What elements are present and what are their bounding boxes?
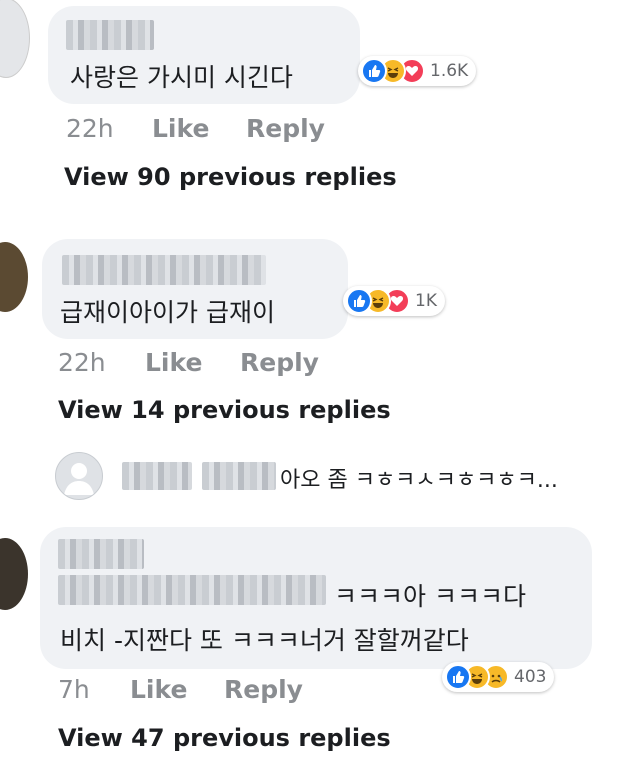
- comment-3-reply-link[interactable]: Reply: [224, 675, 303, 704]
- comment-1-reply-link[interactable]: Reply: [246, 114, 325, 143]
- reply-author-redacted[interactable]: [122, 462, 192, 490]
- avatar-placeholder-icon: [64, 463, 94, 495]
- comment-1-like-link[interactable]: Like: [152, 114, 209, 143]
- like-icon: [445, 664, 471, 690]
- comment-1-text: 사랑은 가시미 시긴다: [70, 63, 293, 92]
- comment-1-bubble: 사랑은 가시미 시긴다: [48, 6, 360, 104]
- comment-2-reactions[interactable]: 1K: [343, 286, 445, 316]
- comment-2-bubble: 급재이아이가 급재이: [42, 239, 348, 339]
- reply-mention-redacted[interactable]: [202, 462, 276, 490]
- comment-3-bubble: ㅋㅋㅋ아 ㅋㅋㅋ다 비치 -지짠다 또 ㅋㅋㅋ너거 잘할꺼같다: [40, 527, 592, 669]
- comment-1-author-redacted[interactable]: [66, 20, 154, 50]
- comment-2-avatar[interactable]: [0, 242, 28, 312]
- comment-1-reactions[interactable]: 1.6K: [358, 56, 477, 86]
- like-icon: [361, 58, 387, 84]
- comment-3-mention-redacted[interactable]: [58, 575, 326, 605]
- comment-1-time[interactable]: 22h: [66, 114, 114, 143]
- comment-2-author-redacted[interactable]: [62, 255, 266, 285]
- comment-1-view-replies[interactable]: View 90 previous replies: [64, 163, 397, 191]
- comment-3-author-redacted[interactable]: [58, 539, 144, 569]
- comment-3-text-line2: 비치 -지짠다 또 ㅋㅋㅋ너거 잘할꺼같다: [60, 626, 469, 655]
- comment-1-avatar[interactable]: [0, 0, 30, 78]
- comment-2-reaction-count: 1K: [415, 291, 437, 311]
- comment-2-time[interactable]: 22h: [58, 348, 106, 377]
- comment-2-like-link[interactable]: Like: [145, 348, 202, 377]
- comment-3-avatar[interactable]: [0, 538, 28, 610]
- comment-3-reaction-count: 403: [514, 667, 547, 687]
- comment-3-reactions[interactable]: 403: [442, 662, 555, 692]
- comment-3-text-line1: ㅋㅋㅋ아 ㅋㅋㅋ다: [334, 582, 526, 611]
- comment-2-reply-link[interactable]: Reply: [240, 348, 319, 377]
- like-icon: [346, 288, 372, 314]
- comment-1-reaction-count: 1.6K: [430, 61, 469, 81]
- comment-3-view-replies[interactable]: View 47 previous replies: [58, 724, 391, 752]
- comment-2-text: 급재이아이가 급재이: [60, 298, 275, 327]
- reply-avatar[interactable]: [55, 452, 103, 500]
- comment-3-time[interactable]: 7h: [58, 675, 90, 704]
- comment-2-view-replies[interactable]: View 14 previous replies: [58, 396, 391, 424]
- reply-preview-text[interactable]: 아오 좀 ㅋㅎㅋㅅㅋㅎㅋㅎㅋ...: [280, 462, 558, 494]
- comment-3-like-link[interactable]: Like: [130, 675, 187, 704]
